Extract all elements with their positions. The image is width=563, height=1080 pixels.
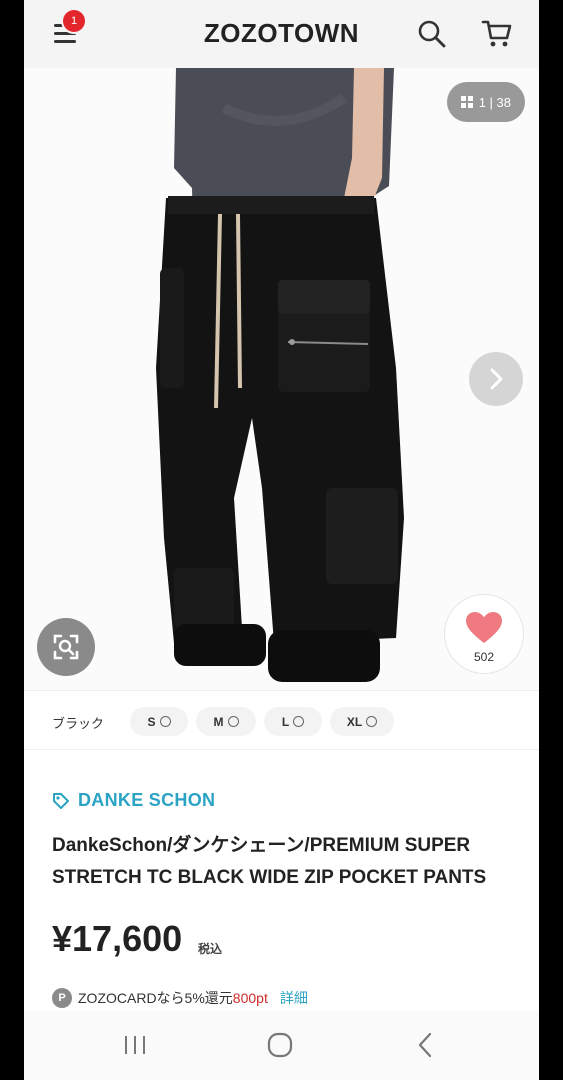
recent-apps-icon <box>125 1036 145 1054</box>
image-counter-text: 1 | 38 <box>478 94 511 110</box>
heart-icon <box>466 612 502 643</box>
zozocard-detail-link[interactable]: 詳細 <box>280 988 308 1008</box>
tax-label: 税込 <box>198 942 223 956</box>
next-image-button[interactable] <box>469 352 523 406</box>
stock-circle-icon <box>293 716 305 727</box>
product-price: ¥17,600 <box>52 918 183 959</box>
search-button[interactable] <box>416 18 448 50</box>
back-button[interactable] <box>406 1028 446 1064</box>
cart-icon <box>481 20 512 47</box>
zozocard-promo: P ZOZOCARDなら5%還元 800pt 詳細 <box>52 988 308 1008</box>
size-option-xl[interactable]: XL <box>330 707 394 736</box>
size-option-l[interactable]: L <box>264 707 322 736</box>
image-search-button[interactable] <box>37 618 95 676</box>
color-size-selector: ブラック S M L XL <box>24 690 539 750</box>
size-option-s[interactable]: S <box>130 707 188 736</box>
back-icon <box>418 1032 432 1058</box>
favorite-button[interactable]: 502 <box>444 594 524 674</box>
color-label: ブラック <box>52 716 105 731</box>
product-image-carousel[interactable]: 1 | 38 502 <box>24 68 539 690</box>
size-label: S <box>147 714 156 729</box>
size-label: L <box>281 714 290 729</box>
zozocard-points: 800pt <box>232 990 268 1006</box>
image-counter: 1 | 38 <box>446 82 525 122</box>
brand-link[interactable]: DANKE SCHON <box>52 790 215 811</box>
grid-icon <box>460 96 473 108</box>
zozocard-text: ZOZOCARDなら5%還元 <box>78 990 233 1006</box>
system-navigation-bar <box>24 1010 539 1080</box>
cart-button[interactable] <box>480 16 514 50</box>
stock-circle-icon <box>366 716 378 727</box>
search-icon <box>418 20 446 48</box>
top-header: 1 ZOZOTOWN <box>24 0 539 68</box>
brand-name: DANKE SCHON <box>78 790 216 810</box>
tag-icon <box>53 792 69 809</box>
product-photo <box>156 68 404 682</box>
home-button[interactable] <box>260 1028 300 1064</box>
home-icon <box>267 1032 293 1058</box>
app-screen: 1 ZOZOTOWN 1 | 38 502 ブラック S M L XL DANK… <box>24 0 539 1080</box>
size-option-m[interactable]: M <box>196 707 256 736</box>
recent-apps-button[interactable] <box>116 1028 156 1064</box>
product-title: DankeSchon/ダンケシェーン/PREMIUM SUPER STRETCH… <box>52 835 487 888</box>
stock-circle-icon <box>159 716 171 727</box>
favorite-count: 502 <box>473 650 495 664</box>
device-bezel-right <box>539 0 563 1080</box>
size-label: XL <box>346 714 363 729</box>
points-badge-icon: P <box>52 988 72 1008</box>
site-logo[interactable]: ZOZOTOWN <box>24 18 539 49</box>
chevron-right-icon <box>490 368 503 390</box>
device-bezel-left <box>0 0 24 1080</box>
stock-circle-icon <box>227 716 239 727</box>
image-search-icon <box>53 634 79 660</box>
size-label: M <box>213 714 224 729</box>
